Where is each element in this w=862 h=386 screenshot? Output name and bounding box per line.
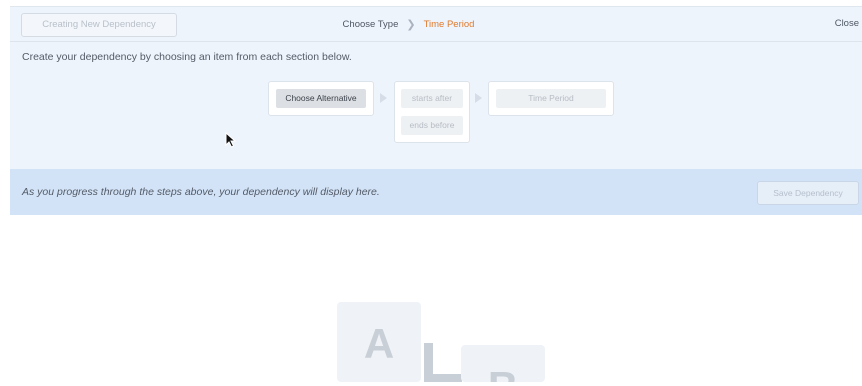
chevron-right-icon: ❯ [406,18,416,31]
close-button[interactable]: Close [835,7,859,41]
dependency-illustration-box-a: A [337,302,421,382]
ends-before-option[interactable]: ends before [401,116,463,135]
step-alternative-box: Choose Alternative [268,81,374,116]
window-edge [0,0,10,382]
instructions-text: Create your dependency by choosing an it… [22,51,352,63]
mouse-cursor-icon [225,132,237,148]
choose-alternative-button[interactable]: Choose Alternative [276,89,366,108]
breadcrumb-choose-type[interactable]: Choose Type [343,19,399,30]
step-relation-box: starts after ends before [394,81,470,143]
step-time-period-box: Time Period [488,81,614,116]
dependency-builder-panel: Creating New Dependency Choose Type ❯ Ti… [10,6,862,215]
save-dependency-button[interactable]: Save Dependency [757,181,859,205]
illustration-connector [424,374,462,382]
arrow-right-icon [475,93,482,103]
arrow-right-icon [380,93,387,103]
breadcrumb: Choose Type ❯ Time Period [10,7,862,41]
time-period-option[interactable]: Time Period [496,89,606,108]
breadcrumb-time-period[interactable]: Time Period [424,19,475,30]
dependency-illustration-box-b: B [461,345,545,382]
result-placeholder: As you progress through the steps above,… [22,186,380,198]
dependency-result-bar: As you progress through the steps above,… [10,169,862,215]
builder-header: Creating New Dependency Choose Type ❯ Ti… [10,7,862,42]
starts-after-option[interactable]: starts after [401,89,463,108]
